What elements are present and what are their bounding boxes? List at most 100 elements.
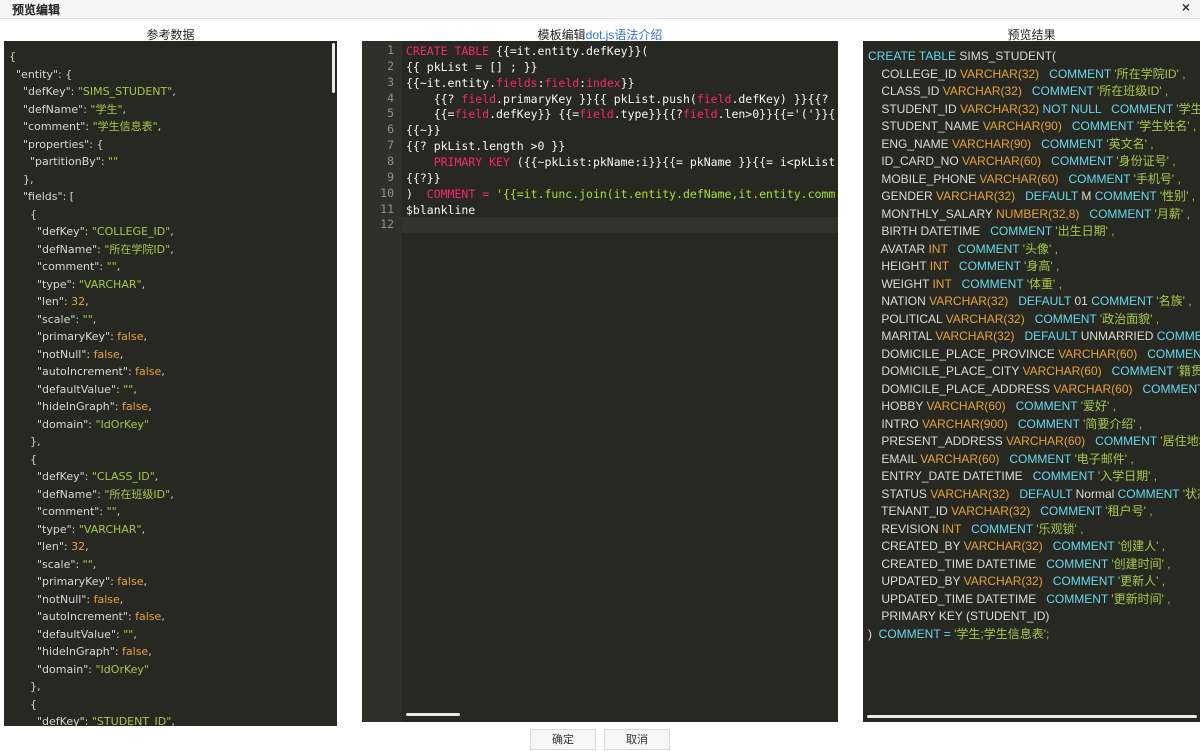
code-token: : bbox=[537, 75, 545, 90]
line-number: 7 bbox=[387, 138, 394, 153]
code-token: '更新人' , bbox=[1117, 574, 1166, 588]
editor-horizontal-scrollbar[interactable] bbox=[406, 713, 460, 716]
code-token: : bbox=[99, 505, 107, 518]
code-token: : bbox=[84, 715, 92, 726]
code-token: NOT NULL bbox=[1039, 101, 1102, 116]
code-token: '身份证号' , bbox=[1116, 154, 1176, 168]
code-token: COMMENT bbox=[1101, 364, 1177, 378]
code-token: COMMENT bbox=[1101, 101, 1177, 116]
line-number-gutter: 1 2 3 4 5 6 7 8 9 10 11 12 bbox=[362, 41, 402, 722]
code-line[interactable]: PRIMARY KEY ({{~pkList:pkName:i}}{{= pkN… bbox=[406, 154, 836, 170]
cancel-button[interactable]: 取消 bbox=[604, 729, 670, 750]
json-line: "domain": "IdOrKey" bbox=[9, 661, 337, 679]
code-line[interactable]: ) COMMENT = '{{=it.func.join(it.entity.d… bbox=[406, 186, 835, 202]
code-line[interactable]: {{? pkList.length >0 }} bbox=[406, 138, 565, 154]
code-line[interactable]: {{~it.entity.fields:field:index}} bbox=[406, 75, 635, 91]
code-token: "comment" bbox=[9, 260, 100, 273]
code-token: COMMENT bbox=[1058, 171, 1134, 186]
code-token: , bbox=[122, 102, 127, 116]
code-token: REVISION bbox=[868, 521, 943, 536]
code-token: "" bbox=[82, 312, 93, 326]
reference-vertical-scrollbar[interactable] bbox=[332, 43, 335, 93]
code-token: , bbox=[170, 242, 174, 256]
code-token: BIRTH DATETIME bbox=[868, 224, 981, 238]
code-token: VARCHAR(32) bbox=[930, 486, 1010, 501]
close-icon[interactable]: × bbox=[1182, 0, 1190, 15]
code-token: VARCHAR(32) bbox=[960, 101, 1040, 116]
code-token: '性别' , bbox=[1159, 189, 1196, 203]
code-token: "primaryKey" bbox=[9, 330, 111, 343]
code-token: field bbox=[454, 107, 490, 122]
code-line[interactable]: {{=field.defKey}} {{=field.type}}{{?fiel… bbox=[406, 106, 836, 122]
code-line[interactable]: {{? field.primaryKey }}{{ pkList.push(fi… bbox=[406, 91, 829, 107]
code-token: COMMENT bbox=[1042, 574, 1118, 588]
code-token: ENTRY_DATE DATETIME bbox=[868, 469, 1023, 483]
code-token: : bbox=[86, 347, 94, 361]
json-line: "primaryKey": false, bbox=[9, 573, 337, 591]
code-token: { bbox=[9, 697, 37, 711]
code-token: PRIMARY KEY bbox=[406, 154, 517, 169]
preview-line: EMAIL VARCHAR(60) COMMENT '电子邮件' , bbox=[868, 451, 1133, 469]
code-token: : bbox=[75, 312, 83, 326]
dotjs-syntax-link[interactable]: dot.js语法介绍 bbox=[586, 28, 663, 42]
json-line: "defaultValue": "", bbox=[9, 626, 337, 644]
preview-line: ID_CARD_NO VARCHAR(60) COMMENT '身份证号' , bbox=[868, 153, 1176, 171]
code-token: '籍贯 bbox=[1176, 364, 1200, 378]
line-number: 2 bbox=[387, 58, 394, 73]
code-token: , bbox=[133, 627, 137, 641]
code-token: "autoIncrement" bbox=[9, 365, 128, 378]
reference-data-panel[interactable]: { "entity": { "defKey": "SIMS_STUDENT", … bbox=[4, 41, 337, 726]
code-token: "partitionBy" bbox=[9, 155, 101, 168]
code-token: COMMENT bbox=[1142, 381, 1200, 396]
code-token: COLLEGE_ID bbox=[868, 66, 961, 81]
code-token: , bbox=[170, 487, 174, 501]
code-token: "COLLEGE_ID" bbox=[91, 225, 171, 238]
line-number: 9 bbox=[387, 169, 394, 184]
code-token: '入学日期' , bbox=[1097, 469, 1158, 483]
code-line[interactable]: $blankline bbox=[406, 202, 475, 218]
code-token: '出生日期' , bbox=[1055, 224, 1115, 238]
preview-result-panel[interactable]: CREATE TABLE SIMS_STUDENT( COLLEGE_ID VA… bbox=[863, 41, 1200, 722]
code-token: false bbox=[135, 610, 162, 623]
code-token: VARCHAR(60) bbox=[962, 154, 1042, 168]
preview-line: ) COMMENT = '学生;学生信息表'; bbox=[868, 626, 1049, 644]
json-line: "autoIncrement": false, bbox=[9, 608, 337, 626]
json-line: "defKey": "COLLEGE_ID", bbox=[9, 223, 337, 241]
line-number: 4 bbox=[387, 90, 394, 105]
code-token: , bbox=[161, 610, 165, 623]
code-token: '乐观锁' , bbox=[1036, 521, 1084, 536]
code-token: ) bbox=[868, 626, 879, 641]
code-token: INT bbox=[929, 259, 949, 273]
preview-line: MONTHLY_SALARY NUMBER(32,8) COMMENT '月薪'… bbox=[868, 206, 1189, 224]
code-token: "" bbox=[106, 505, 117, 518]
code-token: , bbox=[116, 260, 121, 273]
code-token: "type" bbox=[9, 277, 72, 291]
preview-horizontal-scrollbar[interactable] bbox=[867, 715, 1197, 718]
code-token: : bbox=[75, 557, 83, 571]
code-token: , bbox=[171, 715, 175, 726]
template-editor[interactable]: 1 2 3 4 5 6 7 8 9 10 11 12 CREATE TABLE {{=it.entit… bbox=[362, 41, 838, 722]
code-token: field bbox=[544, 75, 580, 90]
code-token: COMMENT bbox=[1085, 434, 1161, 448]
code-token: '政治面貌' , bbox=[1099, 311, 1160, 326]
code-token: '创建人' , bbox=[1117, 539, 1166, 553]
code-line[interactable]: {{~}} bbox=[406, 122, 441, 138]
preview-line: GENDER VARCHAR(32) DEFAULT M COMMENT '性别… bbox=[868, 188, 1195, 206]
code-token: ({{~pkList:pkName:i}}{{= pkName }}{{= i<… bbox=[516, 154, 836, 169]
code-token: : [ bbox=[62, 190, 75, 203]
code-line[interactable]: {{ pkList = [] ; }} bbox=[406, 59, 538, 75]
code-token: index bbox=[586, 75, 621, 90]
code-token: COMMENT bbox=[1007, 416, 1083, 431]
code-token: : { bbox=[89, 137, 104, 151]
code-line[interactable]: {{?}} bbox=[406, 170, 441, 186]
code-token: COMMENT bbox=[1041, 154, 1117, 168]
ok-button[interactable]: 确定 bbox=[530, 729, 596, 750]
code-token: VARCHAR(60) bbox=[1058, 346, 1138, 361]
template-code[interactable]: CREATE TABLE {{=it.entity.defKey}}({{ pk… bbox=[406, 41, 838, 722]
code-token: VARCHAR(32) bbox=[936, 189, 1016, 203]
code-token: VARCHAR(60) bbox=[926, 399, 1006, 413]
code-line[interactable]: CREATE TABLE {{=it.entity.defKey}}( bbox=[406, 43, 648, 59]
code-token: VARCHAR(32) bbox=[963, 574, 1043, 588]
json-line: "primaryKey": false, bbox=[9, 328, 337, 346]
code-token: "hideInGraph" bbox=[9, 400, 115, 413]
